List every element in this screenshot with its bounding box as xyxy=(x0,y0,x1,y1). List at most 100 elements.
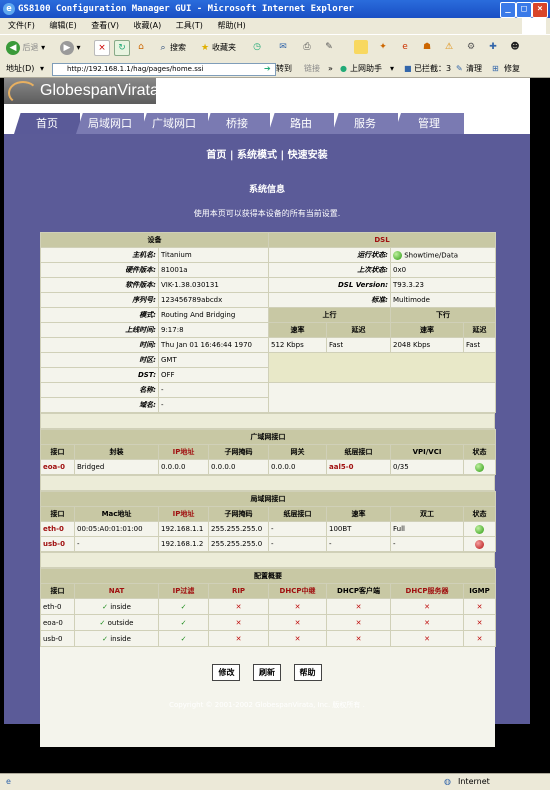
tab-routing[interactable]: 路由 xyxy=(268,113,334,134)
table-row: eoa-0 ✓ outside ✓ ✕ ✕ ✕ ✕ ✕ xyxy=(40,614,496,631)
toolbar: ◀ 后退 ▾ ▶ ▾ × ↻ ⌂ ⌕ 搜索 ★ 收藏夹 ◷ ✉ ⎙ ✎ ✦ e ☗ … xyxy=(0,34,550,62)
top-links[interactable]: 首页 | 系统模式 | 快速安装 xyxy=(4,146,530,161)
lan-iface-link[interactable]: eth-0 xyxy=(40,521,75,537)
section-subtitle: 使用本页可以获得本设备的所有当前设置. xyxy=(193,209,341,218)
menu-tools[interactable]: 工具(T) xyxy=(176,21,203,30)
windows-logo-icon xyxy=(522,18,546,34)
tab-home[interactable]: 首页 xyxy=(14,113,80,134)
device-dsl-table: 设备 DSL 主机名: Titanium 运行状态: Showtime/Data… xyxy=(40,232,496,413)
messenger-icon[interactable]: ✦ xyxy=(376,40,390,54)
lan-table: 局域网接口 接口 Mac地址 IP地址 子网掩码 纸层接口 速率 双工 状态 e… xyxy=(40,491,496,552)
tab-wan[interactable]: 广域网口 xyxy=(140,113,208,134)
cross-icon: ✕ xyxy=(476,634,483,643)
globespan-logo: GlobespanVirata xyxy=(4,78,159,105)
menu-file[interactable]: 文件(F) xyxy=(8,21,35,30)
repair-button[interactable]: 修复 xyxy=(504,61,520,77)
lan-iface-link[interactable]: usb-0 xyxy=(40,536,75,552)
menu-view[interactable]: 查看(V) xyxy=(91,21,119,30)
window-title: GS8100 Configuration Manager GUI - Micro… xyxy=(18,4,354,14)
zone-label: Internet xyxy=(458,777,490,786)
address-bar: 地址(D) ▾ http://192.168.1.1/hag/pages/hom… xyxy=(0,61,550,78)
edit-icon[interactable]: ✎ xyxy=(322,40,336,54)
swoosh-icon xyxy=(8,81,38,105)
help-button[interactable]: 帮助 xyxy=(293,664,322,681)
folder-icon[interactable] xyxy=(354,40,368,54)
cross-icon: ✕ xyxy=(424,634,430,643)
cross-icon: ✕ xyxy=(235,602,242,611)
minimize-button[interactable]: _ xyxy=(500,2,516,18)
e-icon[interactable]: e xyxy=(398,40,412,54)
maximize-button[interactable]: □ xyxy=(516,2,532,18)
cross-icon: ✕ xyxy=(476,602,483,611)
menu-bar: 文件(F) 编辑(E) 查看(V) 收藏(A) 工具(T) 帮助(H) xyxy=(0,18,550,34)
tab-services[interactable]: 服务 xyxy=(332,113,398,134)
blocked-icon: ■ xyxy=(404,64,412,73)
links-label[interactable]: 链接 xyxy=(304,61,320,77)
back-arrow-icon: ◀ xyxy=(6,40,20,55)
home-icon[interactable]: ⌂ xyxy=(134,40,148,54)
address-input[interactable]: http://192.168.1.1/hag/pages/home.ssi xyxy=(52,63,276,76)
cross-icon: ✕ xyxy=(235,618,242,627)
menu-help[interactable]: 帮助(H) xyxy=(217,21,245,30)
cross-icon: ✕ xyxy=(294,634,301,643)
alert-icon[interactable]: ⚠ xyxy=(442,40,456,54)
wan-table: 广域网接口 接口 封装 IP地址 子网掩码 网关 纸层接口 VPI/VCI 状态… xyxy=(40,429,496,475)
search-button[interactable]: ⌕ 搜索 xyxy=(156,40,186,56)
menu-favorites[interactable]: 收藏(A) xyxy=(134,21,162,30)
toolbar-more-icon[interactable]: » xyxy=(328,61,333,77)
mail-icon[interactable]: ✉ xyxy=(276,40,290,54)
wan-lower-link[interactable]: aal5-0 xyxy=(326,459,391,475)
print-icon[interactable]: ⎙ xyxy=(300,40,314,54)
forward-button[interactable]: ▶ ▾ xyxy=(60,40,81,56)
go-button[interactable]: 转到 xyxy=(276,61,292,77)
table-row: eoa-0 Bridged 0.0.0.0 0.0.0.0 0.0.0.0 aa… xyxy=(40,459,496,475)
wan-title: 广域网接口 xyxy=(40,429,496,445)
refresh-button[interactable]: 刷新 xyxy=(253,664,281,681)
address-dropdown-icon[interactable]: ▾ xyxy=(40,61,44,77)
assistant-icon: ● xyxy=(340,64,347,73)
clean-icon: ✎ xyxy=(456,64,463,73)
blocked-button[interactable]: 已拦截：3 xyxy=(414,61,451,77)
history-icon[interactable]: ◷ xyxy=(250,40,264,54)
clean-button[interactable]: 清理 xyxy=(466,61,482,77)
nav-tabs: 首页 局域网口 广域网口 桥接 路由 服务 管理 xyxy=(4,104,530,134)
refresh-icon[interactable]: ↻ xyxy=(114,40,130,56)
window-titlebar: e GS8100 Configuration Manager GUI - Mic… xyxy=(0,0,550,18)
check-icon: ✓ xyxy=(99,618,106,627)
check-icon: ✓ xyxy=(102,602,108,611)
puzzle-icon[interactable]: ✚ xyxy=(486,40,500,54)
back-button[interactable]: ◀ 后退 ▾ xyxy=(6,40,45,56)
cross-icon: ✕ xyxy=(355,602,362,611)
config-table: 配置概要 接口 NAT IP过滤 RIP DHCP中继 DHCP客户端 DHCP… xyxy=(40,568,496,647)
tab-bridge[interactable]: 桥接 xyxy=(204,113,270,134)
cross-icon: ✕ xyxy=(235,634,242,643)
close-button[interactable]: × xyxy=(532,2,548,18)
status-green-icon xyxy=(393,250,402,260)
check-icon: ✓ xyxy=(180,602,187,611)
cross-icon: ✕ xyxy=(424,618,430,627)
assistant-dropdown-icon[interactable]: ▾ xyxy=(390,61,394,77)
assistant-button[interactable]: 上网助手 xyxy=(350,61,382,77)
address-label: 地址(D) xyxy=(6,64,35,73)
wan-iface-link[interactable]: eoa-0 xyxy=(40,459,75,475)
tab-lan[interactable]: 局域网口 xyxy=(76,113,144,134)
qq-icon[interactable]: ☻ xyxy=(508,40,522,54)
tool-icon[interactable]: ☗ xyxy=(420,40,434,54)
favorites-button[interactable]: ★ 收藏夹 xyxy=(198,40,236,56)
stop-icon[interactable]: × xyxy=(94,40,110,56)
tab-admin[interactable]: 管理 xyxy=(394,113,464,134)
status-green-icon xyxy=(475,524,484,534)
menu-edit[interactable]: 编辑(E) xyxy=(49,21,76,30)
cross-icon: ✕ xyxy=(355,634,362,643)
main-content: 首页 | 系统模式 | 快速安装 系统信息 使用本页可以获得本设备的所有当前设置… xyxy=(4,134,530,747)
dsl-upstream-header: 上行 xyxy=(268,307,391,323)
globe-icon: ◍ xyxy=(444,777,451,786)
go-arrow-icon[interactable]: ➔ xyxy=(264,61,271,77)
status-red-icon xyxy=(475,539,484,549)
settings-icon[interactable]: ⚙ xyxy=(464,40,478,54)
table-row: eth-0 00:05:A0:01:01:00 192.168.1.1 255.… xyxy=(40,521,496,537)
ie-icon: e xyxy=(3,3,15,15)
star-icon: ★ xyxy=(200,42,210,53)
modify-button[interactable]: 修改 xyxy=(212,664,241,681)
table-row: usb-0 ✓ inside ✓ ✕ ✕ ✕ ✕ ✕ xyxy=(40,630,496,647)
